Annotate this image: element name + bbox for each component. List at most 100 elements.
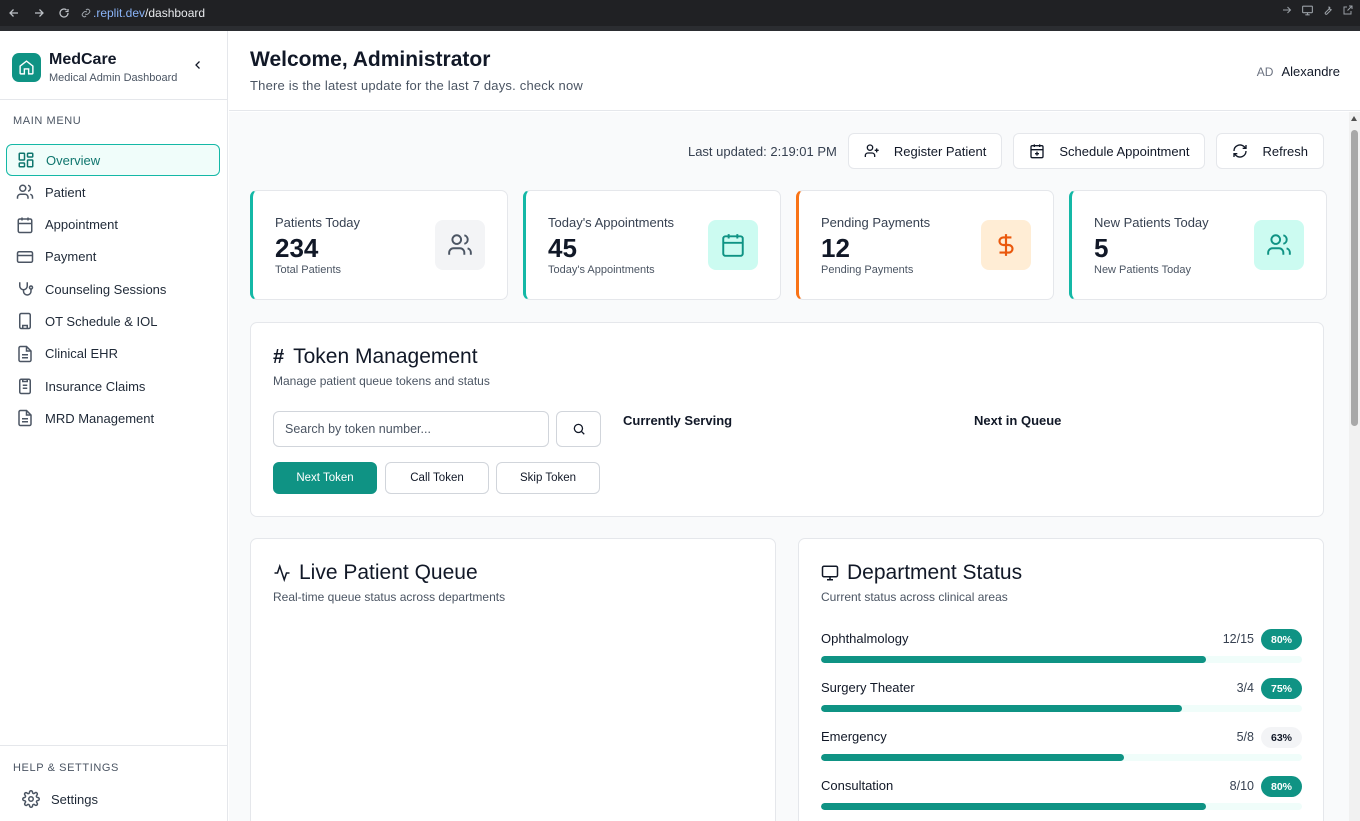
schedule-appointment-button[interactable]: Schedule Appointment — [1013, 133, 1206, 169]
calendar-icon — [16, 216, 34, 234]
stat-value: 45 — [548, 233, 577, 263]
page-title: Welcome, Administrator — [250, 48, 491, 71]
schedule-appointment-label: Schedule Appointment — [1059, 143, 1190, 159]
scroll-up-arrow[interactable] — [1351, 116, 1357, 121]
forward-icon[interactable] — [28, 2, 50, 24]
stat-title: Patients Today — [275, 215, 361, 230]
stat-title: Today's Appointments — [548, 215, 675, 230]
refresh-button[interactable]: Refresh — [1216, 133, 1324, 169]
queue-subtitle: Real-time queue status across department… — [273, 590, 506, 604]
file-text-icon — [16, 345, 34, 363]
building-icon — [16, 312, 34, 330]
sidebar-item-insurance-claims[interactable]: Insurance Claims — [6, 370, 220, 402]
register-patient-button[interactable]: Register Patient — [847, 133, 1003, 169]
browser-toolbar: .replit.dev/dashboard — [0, 0, 1360, 26]
department-row: Surgery Theater 3/4 75% — [821, 678, 1302, 720]
sidebar-item-label: Clinical EHR — [45, 346, 118, 362]
home-icon — [12, 53, 41, 82]
clipboard-icon — [16, 377, 34, 395]
department-status-card: Department Status Current status across … — [798, 538, 1324, 821]
card-title: Department Status — [821, 561, 1022, 585]
stat-card-new-patients[interactable]: New Patients Today 5 New Patients Today — [1069, 190, 1327, 300]
sidebar-item-mrd-management[interactable]: MRD Management — [6, 402, 220, 434]
currently-serving-label: Currently Serving — [623, 413, 733, 428]
users-icon — [16, 183, 34, 201]
avatar: AD — [1256, 64, 1274, 79]
token-search-input[interactable] — [273, 411, 549, 447]
sidebar-item-overview[interactable]: Overview — [6, 144, 220, 176]
credit-card-icon — [16, 248, 34, 266]
main-scrollbar[interactable] — [1349, 112, 1360, 821]
url-domain: .replit.dev — [93, 6, 146, 20]
scrollbar-thumb[interactable] — [1351, 130, 1358, 426]
department-percent-badge: 63% — [1261, 727, 1302, 748]
sidebar-item-ot-schedule[interactable]: OT Schedule & IOL — [6, 305, 220, 337]
department-count: 3/4 — [1236, 681, 1254, 695]
stat-value: 234 — [275, 233, 319, 263]
chevron-left-icon[interactable] — [190, 57, 206, 73]
department-percent-badge: 75% — [1261, 678, 1302, 699]
stat-card-appointments[interactable]: Today's Appointments 45 Today's Appointm… — [523, 190, 781, 300]
sidebar-item-label: Payment — [45, 249, 97, 265]
user-menu[interactable]: AD Alexandre — [1257, 64, 1340, 79]
refresh-label: Refresh — [1262, 143, 1308, 159]
department-progress-fill — [821, 705, 1182, 712]
department-percent-badge: 80% — [1261, 629, 1302, 650]
reload-icon[interactable] — [53, 2, 75, 24]
main-content: Last updated: 2:19:01 PM Register Patien… — [229, 112, 1349, 821]
skip-token-button[interactable]: Skip Token — [496, 462, 600, 494]
user-name: Alexandre — [1281, 64, 1340, 79]
sidebar-item-clinical-ehr[interactable]: Clinical EHR — [6, 338, 220, 370]
department-progress-fill — [821, 656, 1206, 663]
grid-icon — [17, 151, 35, 169]
search-button[interactable] — [556, 411, 601, 447]
stat-card-pending-payments[interactable]: Pending Payments 12 Pending Payments — [796, 190, 1054, 300]
department-percent-badge: 80% — [1261, 776, 1302, 797]
department-count: 8/10 — [1229, 779, 1254, 793]
department-subtitle: Current status across clinical areas — [821, 590, 1008, 604]
file-text-icon — [16, 409, 34, 427]
help-settings-label: HELP & SETTINGS — [13, 762, 119, 774]
sidebar-item-label: OT Schedule & IOL — [45, 313, 158, 329]
sidebar-item-label: Insurance Claims — [45, 378, 146, 394]
stat-subtitle: Pending Payments — [821, 264, 914, 276]
department-row: Ophthalmology 12/15 80% — [821, 629, 1302, 671]
department-name: Emergency — [821, 729, 887, 744]
department-progress-fill — [821, 803, 1206, 810]
address-bar[interactable]: .replit.dev/dashboard — [81, 6, 205, 20]
department-row: Consultation 8/10 80% — [821, 776, 1302, 818]
call-token-button[interactable]: Call Token — [385, 462, 489, 494]
department-title: Department Status — [847, 561, 1023, 584]
department-row: Emergency 5/8 63% — [821, 727, 1302, 769]
department-count: 5/8 — [1236, 730, 1254, 744]
department-progress-track — [821, 705, 1302, 712]
sidebar-item-label: Appointment — [45, 217, 118, 233]
sidebar-item-appointment[interactable]: Appointment — [6, 209, 220, 241]
page-subtitle: There is the latest update for the last … — [250, 78, 583, 93]
sidebar-item-payment[interactable]: Payment — [6, 241, 220, 273]
department-progress-track — [821, 803, 1302, 810]
sidebar-divider — [0, 99, 228, 100]
token-title: Token Management — [293, 345, 478, 368]
page-header: Welcome, Administrator There is the late… — [229, 31, 1360, 111]
department-count: 12/15 — [1222, 632, 1254, 646]
external-link-icon[interactable] — [1342, 4, 1354, 17]
monitor-icon[interactable] — [1301, 4, 1314, 17]
back-icon[interactable] — [3, 2, 25, 24]
stat-card-patients-today[interactable]: Patients Today 234 Total Patients — [250, 190, 508, 300]
wrench-icon[interactable] — [1322, 4, 1334, 17]
next-token-button[interactable]: Next Token — [273, 462, 377, 494]
sidebar-item-settings[interactable]: Settings — [22, 790, 98, 808]
brand[interactable]: MedCare Medical Admin Dashboard — [12, 51, 177, 84]
department-progress-track — [821, 754, 1302, 761]
sidebar-item-patient[interactable]: Patient — [6, 176, 220, 208]
arrow-right-icon[interactable] — [1281, 4, 1293, 17]
department-name: Surgery Theater — [821, 680, 915, 695]
sidebar-item-label: Overview — [46, 152, 101, 168]
token-management-card: # Token Management Manage patient queue … — [250, 322, 1324, 517]
sidebar-item-counseling-sessions[interactable]: Counseling Sessions — [6, 273, 220, 305]
settings-label: Settings — [51, 791, 98, 807]
refresh-icon — [1232, 143, 1248, 159]
stat-subtitle: Today's Appointments — [548, 264, 655, 276]
users-icon — [1254, 220, 1304, 270]
